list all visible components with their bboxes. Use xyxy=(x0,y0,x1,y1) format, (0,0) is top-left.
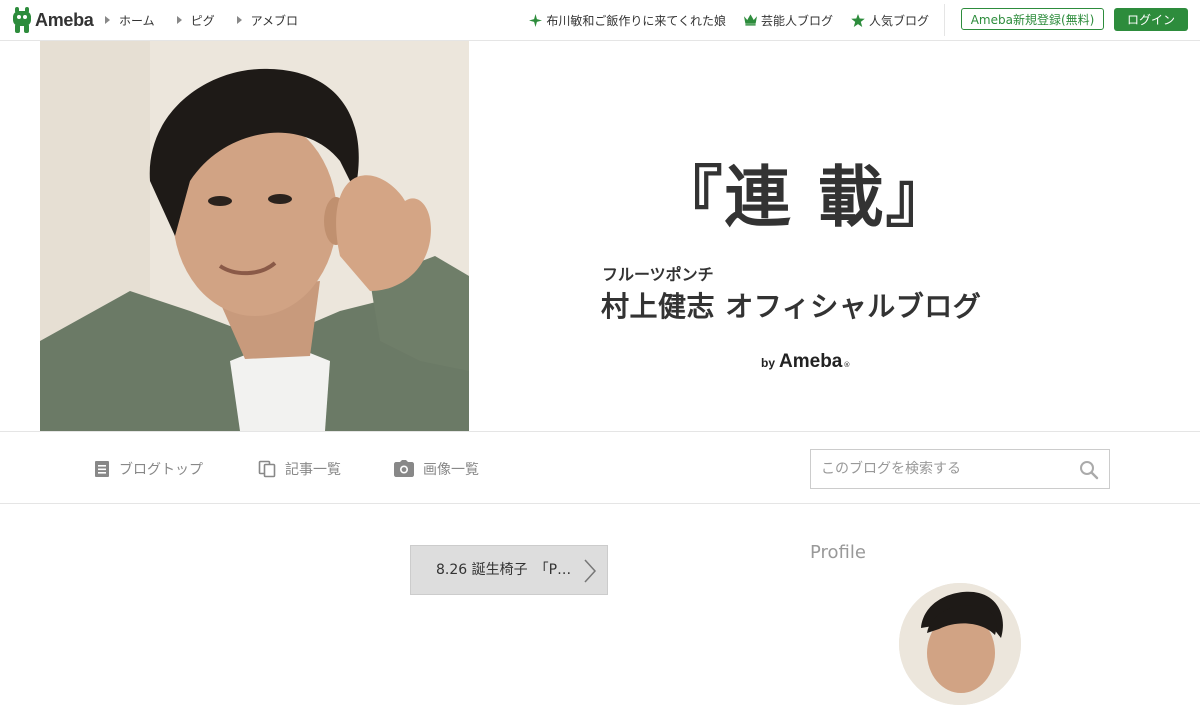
crown-icon xyxy=(743,14,757,26)
chevron-right-icon xyxy=(584,559,597,583)
ameba-logo[interactable]: Ameba xyxy=(12,7,94,33)
blog-search-box xyxy=(810,449,1110,489)
document-icon xyxy=(95,460,109,477)
menu-image-list-label: 画像一覧 xyxy=(423,461,479,478)
nav-home-link[interactable]: ホーム xyxy=(105,12,155,29)
profile-avatar[interactable] xyxy=(899,583,1021,705)
banner-title: 『連 載』 xyxy=(656,159,954,236)
nav-home-label: ホーム xyxy=(119,13,155,28)
blog-name: 村上健志 オフィシャルブログ xyxy=(601,290,982,323)
blog-menu-bar: ブログトップ 記事一覧 画像一覧 xyxy=(0,431,1200,504)
nav-trending-topic-label: 布川敏和ご飯作りに来てくれた娘 xyxy=(546,13,726,28)
nav-ameblo-link[interactable]: アメブロ xyxy=(236,12,299,29)
blogger-photo-illustration xyxy=(40,41,469,431)
by-ameba-brand: Ameba xyxy=(779,351,843,372)
nav-pigg-link[interactable]: ピグ xyxy=(176,12,215,29)
triangle-right-icon xyxy=(236,16,242,24)
menu-image-list[interactable]: 画像一覧 xyxy=(394,432,479,505)
by-ameba-registered-mark: ® xyxy=(843,361,851,369)
next-entry-button[interactable]: 8.26 誕生椅子 「P… xyxy=(410,545,608,595)
profile-heading: Profile xyxy=(810,542,866,563)
nav-popular-blog-link[interactable]: 人気ブログ xyxy=(851,12,929,29)
camera-icon xyxy=(394,460,414,477)
blog-search-input[interactable] xyxy=(811,450,1066,488)
avatar-illustration xyxy=(899,583,1021,705)
menu-entry-list-label: 記事一覧 xyxy=(285,461,341,478)
global-nav-right: 布川敏和ご飯作りに来てくれた娘 芸能人ブログ 人気ブログ xyxy=(511,0,929,40)
banner-subtitle: フルーツポンチ xyxy=(602,265,714,284)
star-icon xyxy=(851,13,865,27)
nav-celebrity-blog-link[interactable]: 芸能人ブログ xyxy=(743,12,833,29)
logo-text: Ameba xyxy=(35,9,94,30)
ameba-mascot-icon xyxy=(13,7,31,33)
blog-header-banner[interactable]: 『連 載』 フルーツポンチ 村上健志 オフィシャルブログ by Ameba ® xyxy=(0,41,1200,431)
nav-celebrity-blog-label: 芸能人ブログ xyxy=(760,13,833,28)
menu-blog-top[interactable]: ブログトップ xyxy=(94,432,203,505)
menu-blog-top-label: ブログトップ xyxy=(119,461,203,478)
nav-ameblo-label: アメブロ xyxy=(250,13,299,28)
sparkle-icon xyxy=(529,13,543,27)
by-ameba-logo: by Ameba ® xyxy=(761,351,850,373)
blogger-photo xyxy=(40,41,469,431)
global-nav-left: ホーム ピグ アメブロ xyxy=(105,0,320,40)
register-button[interactable]: Ameba新規登録(無料) xyxy=(961,8,1104,30)
by-ameba-by: by xyxy=(761,356,776,370)
global-header: Ameba ホーム ピグ アメブロ 布川敏和ご飯作りに来てくれた娘 芸能人ブログ… xyxy=(0,0,1200,41)
header-divider xyxy=(944,4,945,36)
login-button[interactable]: ログイン xyxy=(1114,8,1188,31)
nav-trending-topic-link[interactable]: 布川敏和ご飯作りに来てくれた娘 xyxy=(529,12,726,29)
nav-pigg-label: ピグ xyxy=(190,13,215,28)
search-icon[interactable] xyxy=(1079,460,1099,480)
next-entry-label: 8.26 誕生椅子 「P… xyxy=(436,562,572,578)
copy-icon xyxy=(258,460,276,477)
triangle-right-icon xyxy=(176,16,182,24)
triangle-right-icon xyxy=(105,16,110,24)
menu-entry-list[interactable]: 記事一覧 xyxy=(258,432,341,505)
nav-popular-blog-label: 人気ブログ xyxy=(868,13,929,28)
